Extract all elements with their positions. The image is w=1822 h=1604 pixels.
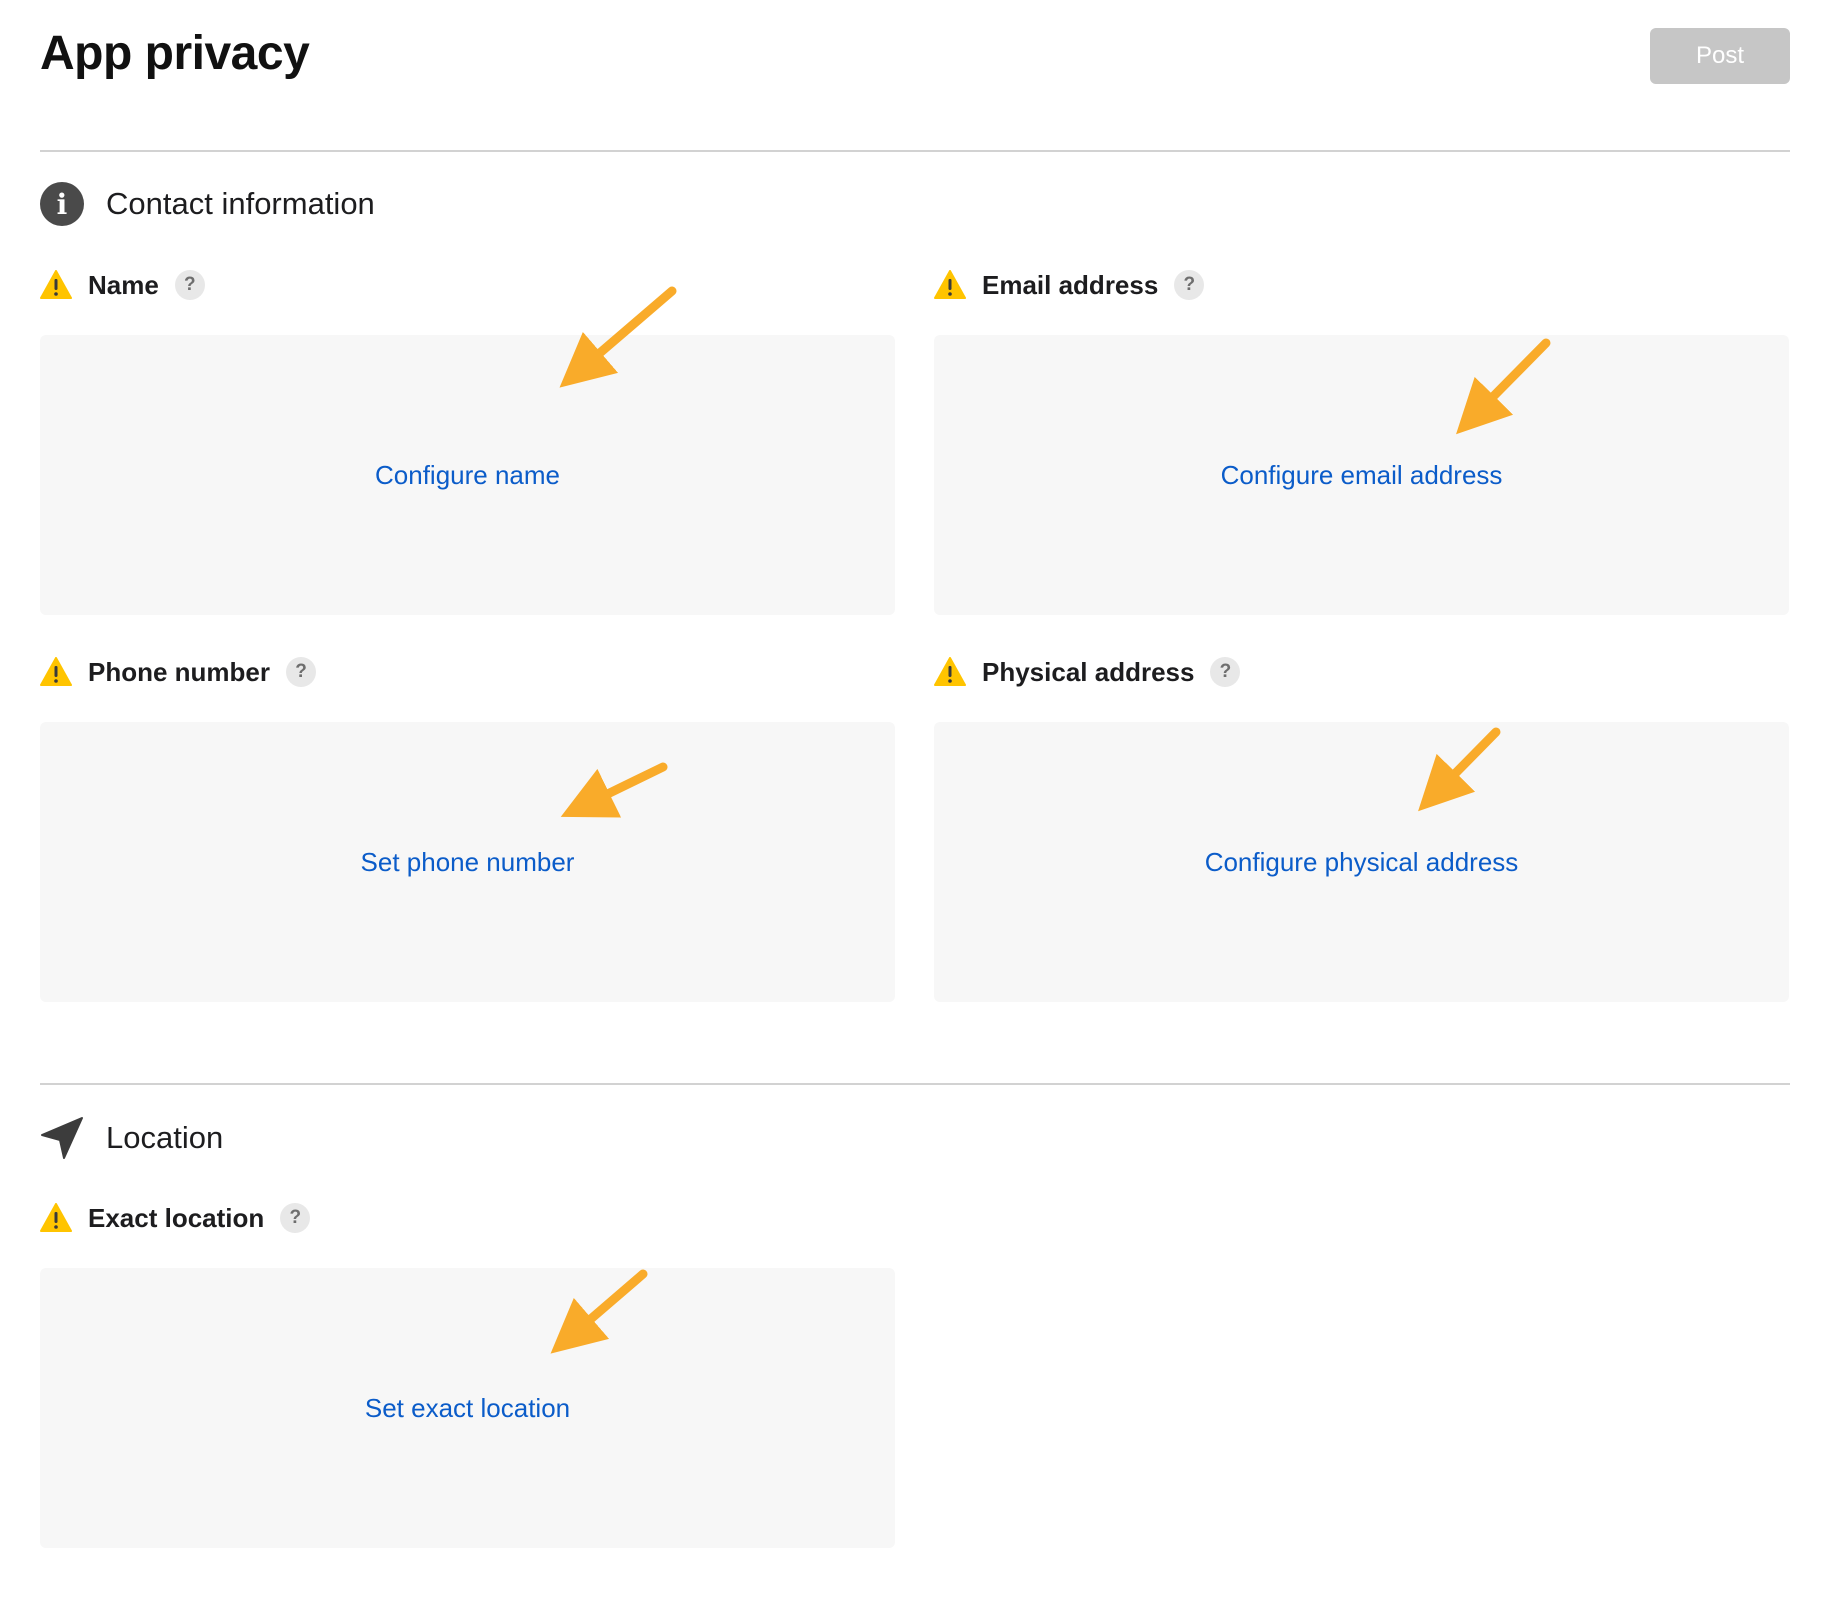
help-icon[interactable]: ? xyxy=(280,1203,311,1233)
field-label-physical: Physical address xyxy=(982,656,1195,687)
help-icon[interactable]: ? xyxy=(1174,270,1205,300)
field-label-email: Email address xyxy=(982,269,1159,300)
location-arrow-icon xyxy=(40,1116,84,1160)
card-physical: Configure physical address xyxy=(934,722,1789,1002)
divider xyxy=(40,150,1790,152)
warning-icon xyxy=(40,270,72,300)
help-icon[interactable]: ? xyxy=(286,657,317,687)
field-label-exact-location: Exact location xyxy=(88,1202,265,1233)
configure-email-link[interactable]: Configure email address xyxy=(1221,460,1503,491)
set-phone-number-link[interactable]: Set phone number xyxy=(361,847,575,878)
card-name: Configure name xyxy=(40,335,895,615)
divider xyxy=(40,1083,1790,1085)
help-icon[interactable]: ? xyxy=(174,270,205,300)
field-header-physical: Physical address ? xyxy=(934,652,1241,692)
post-button[interactable]: Post xyxy=(1650,28,1790,84)
field-label-phone: Phone number xyxy=(88,656,271,687)
card-email: Configure email address xyxy=(934,335,1789,615)
section-header-location: Location xyxy=(40,1114,223,1162)
warning-icon xyxy=(934,657,966,687)
warning-icon xyxy=(40,1203,72,1233)
section-title-location: Location xyxy=(106,1120,224,1155)
field-header-email: Email address ? xyxy=(934,265,1205,305)
set-exact-location-link[interactable]: Set exact location xyxy=(365,1393,570,1424)
configure-name-link[interactable]: Configure name xyxy=(375,460,560,491)
header: App privacy Post xyxy=(40,22,1790,92)
field-label-name: Name xyxy=(88,269,159,300)
warning-icon xyxy=(934,270,966,300)
field-header-name: Name ? xyxy=(40,265,205,305)
info-icon: i xyxy=(40,182,84,226)
page-title: App privacy xyxy=(40,27,310,80)
app-privacy-page: App privacy Post i Contact information N… xyxy=(0,0,1822,1604)
warning-icon xyxy=(40,657,72,687)
card-phone: Set phone number xyxy=(40,722,895,1002)
section-title-contact: Contact information xyxy=(106,186,375,221)
field-header-phone: Phone number ? xyxy=(40,652,317,692)
card-exact-location: Set exact location xyxy=(40,1268,895,1548)
help-icon[interactable]: ? xyxy=(1210,657,1241,687)
section-header-contact: i Contact information xyxy=(40,180,375,228)
configure-physical-address-link[interactable]: Configure physical address xyxy=(1205,847,1519,878)
field-header-exact-location: Exact location ? xyxy=(40,1198,311,1238)
